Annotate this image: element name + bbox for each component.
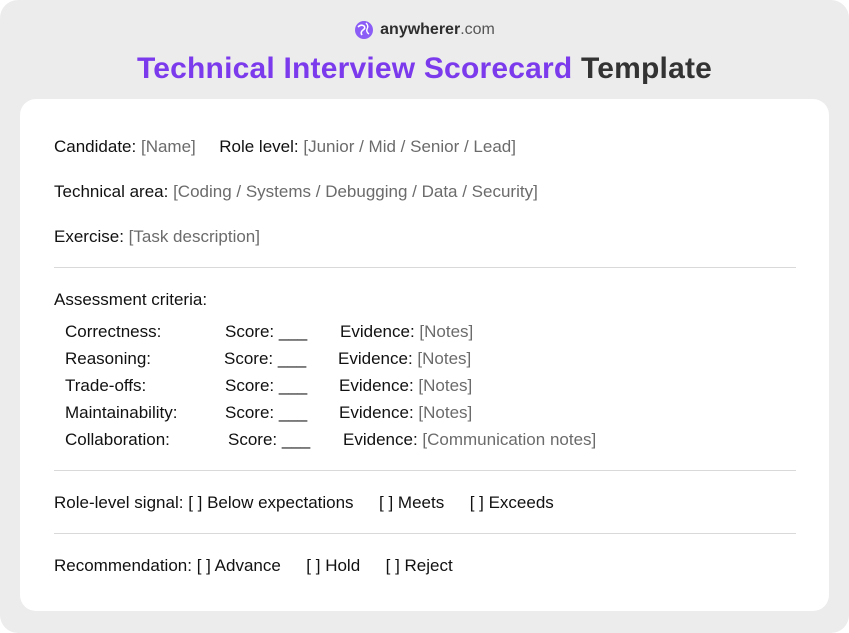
checkbox-meets[interactable]: [ ] Meets <box>379 493 444 512</box>
title-highlight: Technical Interview Scorecard <box>136 52 573 85</box>
page-frame: anywherer.com Technical Interview Scorec… <box>0 0 849 633</box>
exercise-label: Exercise <box>54 227 120 246</box>
title-rest: Template <box>580 52 713 85</box>
score-field[interactable]: Score: ___ <box>228 430 310 450</box>
scorecard-card: Candidate: [Name] Role level: [Junior / … <box>20 99 829 611</box>
checkbox-below-expectations[interactable]: [ ] Below expectations <box>188 493 353 512</box>
candidate-row: Candidate: [Name] Role level: [Junior / … <box>54 137 516 156</box>
criterion-name: Reasoning: <box>65 349 152 368</box>
checkbox-reject[interactable]: [ ] Reject <box>386 556 453 575</box>
technical-area-value[interactable]: [Coding / Systems / Debugging / Data / S… <box>173 182 538 201</box>
candidate-value[interactable]: [Name] <box>141 137 196 156</box>
score-field[interactable]: Score: ___ <box>225 376 307 396</box>
criterion-name: Trade-offs: <box>65 376 147 395</box>
checkbox-exceeds[interactable]: [ ] Exceeds <box>470 493 554 512</box>
role-signal-label: Role-level signal <box>54 493 179 512</box>
criterion-name: Collaboration: <box>65 430 170 449</box>
evidence-field[interactable]: Evidence: [Notes] <box>338 349 471 369</box>
checkbox-advance[interactable]: [ ] Advance <box>197 556 281 575</box>
evidence-field[interactable]: Evidence: [Notes] <box>339 376 472 396</box>
criterion-name: Correctness: <box>65 322 162 341</box>
role-signal-row: Role-level signal: [ ] Below expectation… <box>54 493 554 512</box>
criterion-name: Maintainability: <box>65 403 178 422</box>
page-title: Technical Interview Scorecard Template <box>0 52 849 86</box>
divider <box>54 533 796 534</box>
assessment-heading: Assessment criteria: <box>54 290 208 309</box>
score-field[interactable]: Score: ___ <box>225 322 307 342</box>
score-field[interactable]: Score: ___ <box>225 403 307 423</box>
evidence-field[interactable]: Evidence: [Notes] <box>339 403 472 423</box>
divider <box>54 470 796 471</box>
score-field[interactable]: Score: ___ <box>224 349 306 369</box>
role-level-label: Role level <box>219 137 294 156</box>
globe-pin-icon <box>355 21 374 39</box>
exercise-row: Exercise: [Task description] <box>54 227 260 246</box>
technical-area-row: Technical area: [Coding / Systems / Debu… <box>54 182 538 201</box>
technical-area-label: Technical area <box>54 182 164 201</box>
recommendation-row: Recommendation: [ ] Advance [ ] Hold [ ]… <box>54 556 453 575</box>
brand-header: anywherer.com <box>0 20 849 40</box>
evidence-field[interactable]: Evidence: [Notes] <box>340 322 473 342</box>
exercise-value[interactable]: [Task description] <box>129 227 260 246</box>
checkbox-hold[interactable]: [ ] Hold <box>306 556 360 575</box>
brand-name: anywherer.com <box>380 21 495 38</box>
role-level-value[interactable]: [Junior / Mid / Senior / Lead] <box>303 137 516 156</box>
divider <box>54 267 796 268</box>
evidence-field[interactable]: Evidence: [Communication notes] <box>343 430 596 450</box>
recommendation-label: Recommendation <box>54 556 188 575</box>
candidate-label: Candidate <box>54 137 132 156</box>
